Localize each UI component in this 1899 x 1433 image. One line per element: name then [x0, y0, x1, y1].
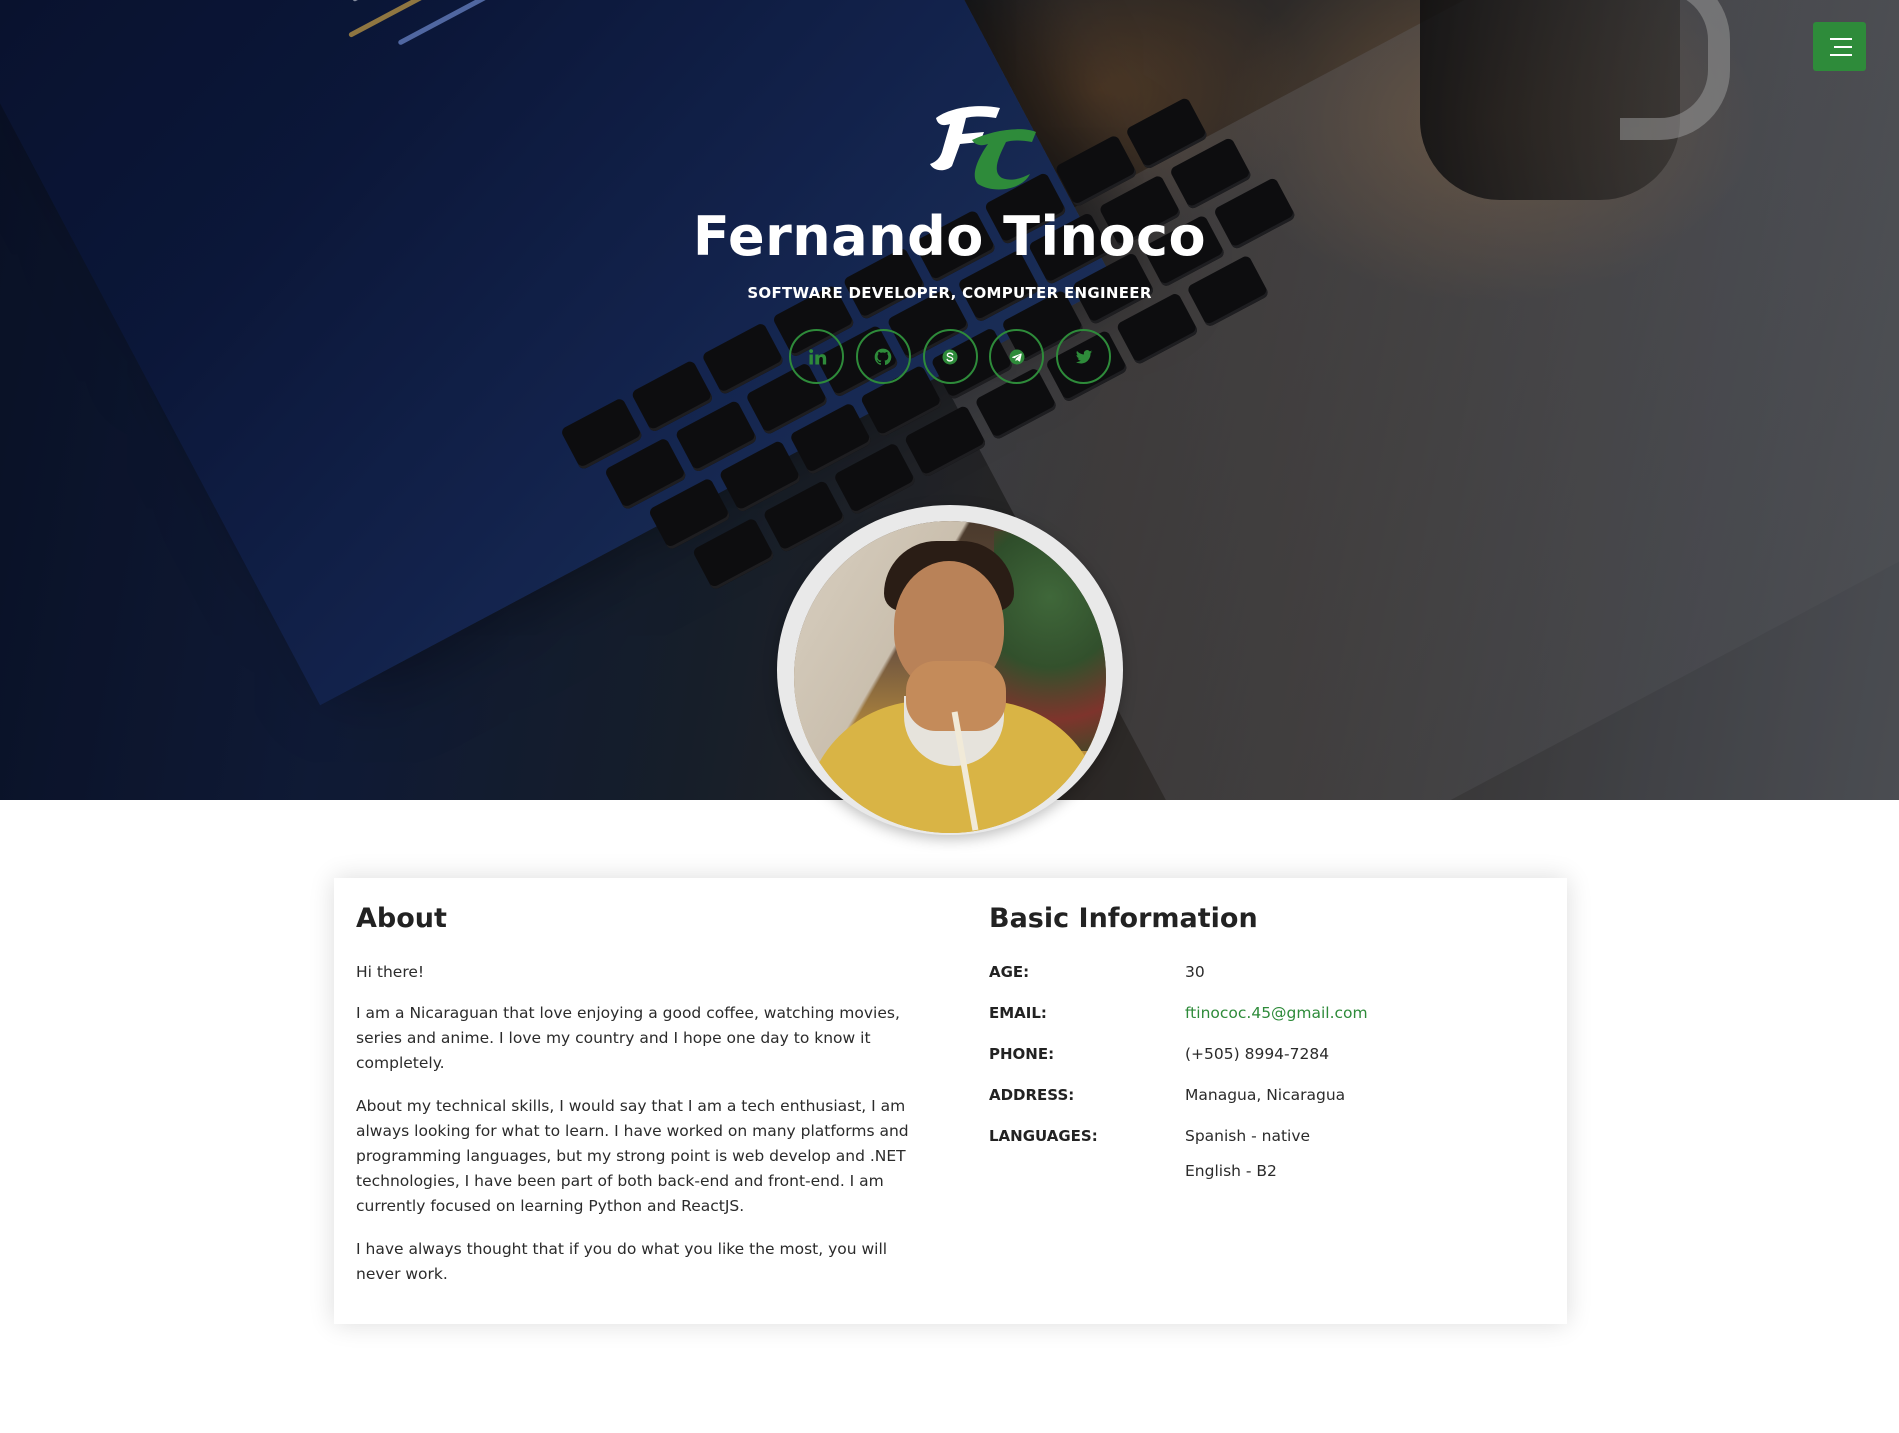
- about-title: About: [356, 903, 447, 934]
- twitter-icon: [1075, 349, 1092, 364]
- info-row-phone: PHONE: (+505) 8994-7284: [989, 1042, 1549, 1083]
- about-section: About Hi there! I am a Nicaraguan that l…: [356, 902, 916, 1305]
- about-paragraph: Hi there!: [356, 963, 425, 981]
- info-row-age: AGE: 30: [989, 960, 1549, 1001]
- github-icon: [874, 348, 892, 365]
- basic-info-section: Basic Information AGE: 30 EMAIL: ftinoco…: [989, 902, 1549, 1183]
- ft-monogram-logo: [930, 106, 1036, 190]
- profile-name: Fernando Tinoco: [692, 205, 1207, 268]
- age-label: AGE:: [989, 963, 1030, 981]
- about-paragraph: About my technical skills, I would say t…: [356, 1097, 909, 1215]
- social-links: [789, 329, 1111, 385]
- skype-link[interactable]: [922, 329, 978, 384]
- basic-info-title: Basic Information: [989, 903, 1258, 934]
- avatar: [794, 521, 1106, 833]
- about-paragraph: I am a Nicaraguan that love enjoying a g…: [356, 1004, 900, 1072]
- github-link[interactable]: [855, 329, 911, 384]
- languages-label: LANGUAGES:: [989, 1127, 1098, 1145]
- age-value: 30: [1185, 963, 1205, 981]
- info-row-languages: LANGUAGES: Spanish - native English - B2: [989, 1124, 1549, 1183]
- info-row-email: EMAIL: ftinococ.45@gmail.com: [989, 1001, 1549, 1042]
- linkedin-link[interactable]: [789, 329, 844, 384]
- hamburger-menu-icon: [1830, 37, 1852, 40]
- address-value: Managua, Nicaragua: [1185, 1086, 1346, 1104]
- profile-role: SOFTWARE DEVELOPER, COMPUTER ENGINEER: [747, 284, 1152, 302]
- telegram-link[interactable]: [989, 329, 1045, 384]
- languages-list: Spanish - native English - B2: [1185, 1124, 1310, 1183]
- skype-icon: [942, 349, 958, 364]
- language-item: Spanish - native: [1185, 1127, 1311, 1145]
- info-row-address: ADDRESS: Managua, Nicaragua: [989, 1083, 1549, 1124]
- twitter-link[interactable]: [1056, 329, 1111, 384]
- address-label: ADDRESS:: [989, 1086, 1075, 1104]
- linkedin-icon: [808, 348, 826, 364]
- menu-button[interactable]: [1813, 22, 1866, 71]
- email-link[interactable]: ftinococ.45@gmail.com: [1185, 1001, 1368, 1025]
- telegram-icon: [1009, 349, 1025, 364]
- language-item: English - B2: [1185, 1162, 1277, 1180]
- email-label: EMAIL:: [989, 1004, 1047, 1022]
- phone-value: (+505) 8994-7284: [1185, 1045, 1330, 1063]
- about-paragraph: I have always thought that if you do wha…: [356, 1240, 888, 1283]
- phone-label: PHONE:: [989, 1045, 1055, 1063]
- profile-card: About Hi there! I am a Nicaraguan that l…: [334, 878, 1567, 1324]
